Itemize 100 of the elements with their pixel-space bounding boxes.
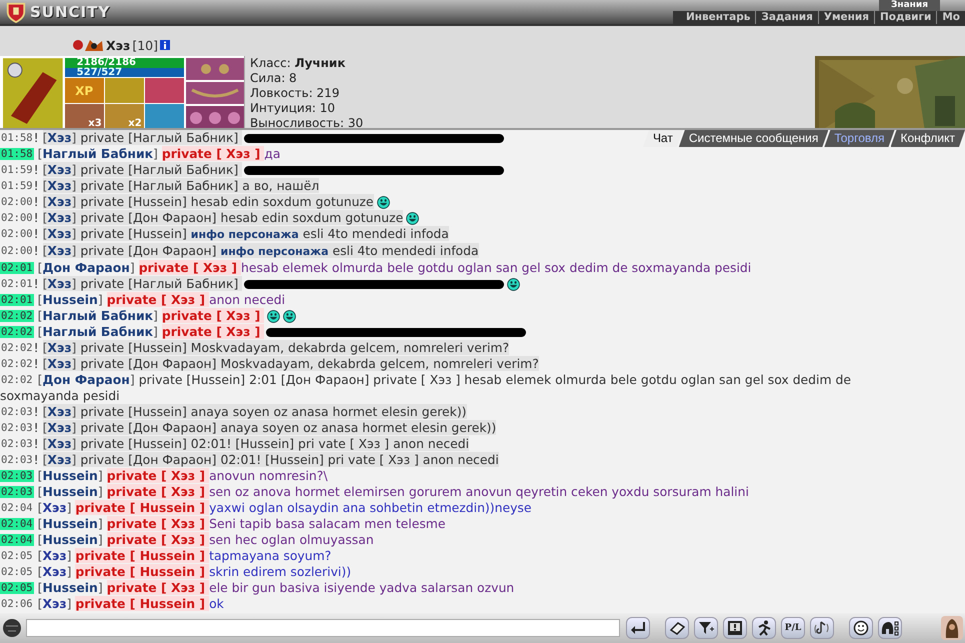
private-target[interactable]: private [ Hussein ] — [75, 564, 210, 579]
private-target[interactable]: private [ Хэз ] — [162, 146, 264, 161]
private-target[interactable]: private [ Hussein ] — [75, 548, 210, 563]
helmet-button[interactable] — [878, 617, 902, 639]
private-target[interactable]: private [Наглый Бабник] — [80, 162, 242, 177]
private-target[interactable]: private [Наглый Бабник] — [80, 130, 242, 145]
private-target[interactable]: private [Дон Фараон] — [80, 420, 220, 435]
avatar-icon[interactable] — [941, 616, 963, 640]
pl-button[interactable]: P/L — [781, 617, 805, 639]
private-target[interactable]: private [ Hussein ] — [75, 596, 210, 611]
amulet-icon[interactable] — [186, 58, 244, 80]
alert-button[interactable] — [723, 617, 747, 639]
private-target[interactable]: private [Hussein] — [80, 340, 191, 355]
eraser-button[interactable] — [665, 617, 689, 639]
timestamp: 02:03 — [0, 438, 34, 450]
sender-name[interactable]: [Хэз] — [42, 404, 80, 419]
sender-name[interactable]: [Hussein] — [38, 532, 107, 547]
chat-tab[interactable]: Системные сообщения — [678, 130, 828, 147]
sender-name[interactable]: [Наглый Бабник] — [38, 308, 162, 323]
sender-name[interactable]: [Хэз] — [42, 420, 80, 435]
timestamp: 02:04 — [0, 502, 34, 514]
sender-name[interactable]: [Hussein] — [38, 580, 107, 595]
sender-name[interactable]: [Hussein] — [38, 468, 107, 483]
smiley-button[interactable] — [849, 617, 873, 639]
sender-name[interactable]: [Хэз] — [38, 596, 76, 611]
item-slot[interactable]: x3 — [64, 104, 104, 128]
timestamp: 02:02 — [0, 342, 34, 354]
grin-icon — [406, 212, 420, 224]
sender-name[interactable]: [Хэз] — [42, 340, 80, 355]
music-button[interactable] — [810, 617, 834, 639]
message-text: инфо персонажа esli 4to mendedi infoda — [190, 226, 449, 241]
sender-name[interactable]: [Хэз] — [42, 194, 80, 209]
private-target[interactable]: private [Наглый Бабник] — [80, 178, 242, 193]
info-icon[interactable] — [160, 40, 170, 50]
runner-button[interactable] — [752, 617, 776, 639]
private-target[interactable]: private [Дон Фараон] — [80, 452, 220, 467]
private-target[interactable]: private [ Hussein ] — [75, 500, 210, 515]
sender-name[interactable]: [Hussein] — [38, 292, 107, 307]
private-target[interactable]: private [ Хэз ] — [106, 580, 210, 595]
private-target[interactable]: private [Hussein] — [80, 194, 191, 209]
private-target[interactable]: private [ Хэз ] — [106, 292, 210, 307]
sender-name[interactable]: [Хэз] — [42, 226, 80, 241]
necklace-icon[interactable] — [186, 82, 244, 104]
sender-name[interactable]: [Хэз] — [42, 243, 80, 258]
private-target[interactable]: private [ Хэз ] — [106, 484, 210, 499]
shield-icon — [4, 1, 28, 23]
private-target[interactable]: private [ Хэз ] — [162, 308, 264, 323]
knowledge-tab[interactable]: Знания — [879, 0, 940, 11]
message-text: anaya soyen oz anasa hormet elesin gerek)) — [190, 404, 466, 419]
private-target[interactable]: private [Дон Фараон] — [80, 210, 220, 225]
nav-link[interactable]: Мо — [936, 11, 965, 24]
nav-link[interactable]: Умения — [818, 11, 874, 24]
forward-mark: ! — [34, 178, 39, 193]
chat-tab[interactable]: Конфликт — [890, 130, 965, 147]
private-target[interactable]: private [ Хэз ] — [138, 260, 242, 275]
private-target[interactable]: private [Наглый Бабник] — [80, 276, 242, 291]
chat-tab[interactable]: Чат — [642, 130, 683, 147]
sender-name[interactable]: [Хэз] — [42, 178, 80, 193]
sender-name[interactable]: [Дон Фараон] — [38, 260, 139, 275]
private-target[interactable]: private [Hussein] — [138, 372, 250, 387]
sender-name[interactable]: [Hussein] — [38, 484, 107, 499]
item-slot[interactable] — [144, 78, 184, 104]
sender-name[interactable]: [Хэз] — [42, 452, 80, 467]
item-slot[interactable] — [104, 78, 144, 104]
sender-name[interactable]: [Хэз] — [42, 210, 80, 225]
sender-name[interactable]: [Наглый Бабник] — [38, 324, 162, 339]
sender-name[interactable]: [Хэз] — [42, 130, 80, 145]
quiver-icon[interactable] — [3, 58, 63, 128]
private-target[interactable]: private [ Хэз ] — [106, 516, 210, 531]
message-text: anaya soyen oz anasa hormet elesin gerek)) — [220, 420, 496, 435]
private-target[interactable]: private [Дон Фараон] — [80, 243, 220, 258]
chat-tab[interactable]: Торговля — [824, 130, 894, 147]
nav-link[interactable]: Инвентарь — [680, 11, 756, 24]
timestamp: 02:00 — [0, 196, 34, 208]
character-name[interactable]: Хэз — [106, 38, 130, 53]
sender-name[interactable]: [Хэз] — [38, 548, 76, 563]
grin-icon — [507, 278, 520, 290]
private-target[interactable]: private [ Хэз ] — [106, 532, 210, 547]
sender-name[interactable]: [Хэз] — [38, 564, 76, 579]
private-target[interactable]: private [ Хэз ] — [162, 324, 264, 339]
private-target[interactable]: private [Hussein] — [80, 404, 191, 419]
sender-name[interactable]: [Hussein] — [38, 516, 107, 531]
sender-name[interactable]: [Наглый Бабник] — [38, 146, 162, 161]
private-target[interactable]: private [Hussein] — [80, 436, 191, 451]
private-target[interactable]: private [Hussein] — [80, 226, 191, 241]
nav-link[interactable]: Подвиги — [874, 11, 936, 24]
private-target[interactable]: private [ Хэз ] — [106, 468, 210, 483]
sender-name[interactable]: [Хэз] — [38, 500, 76, 515]
nav-link[interactable]: Задания — [755, 11, 818, 24]
enter-button[interactable] — [626, 617, 650, 639]
globe-icon[interactable] — [2, 618, 22, 638]
sender-name[interactable]: [Хэз] — [42, 162, 80, 177]
chat-input[interactable] — [26, 619, 620, 637]
private-target[interactable]: private [Дон Фараон] — [80, 356, 220, 371]
sender-name[interactable]: [Хэз] — [42, 436, 80, 451]
sender-name[interactable]: [Хэз] — [42, 356, 80, 371]
filter-button[interactable] — [694, 617, 718, 639]
sender-name[interactable]: [Дон Фараон] — [38, 372, 139, 387]
sender-name[interactable]: [Хэз] — [42, 276, 80, 291]
rings-icon[interactable] — [186, 106, 244, 128]
